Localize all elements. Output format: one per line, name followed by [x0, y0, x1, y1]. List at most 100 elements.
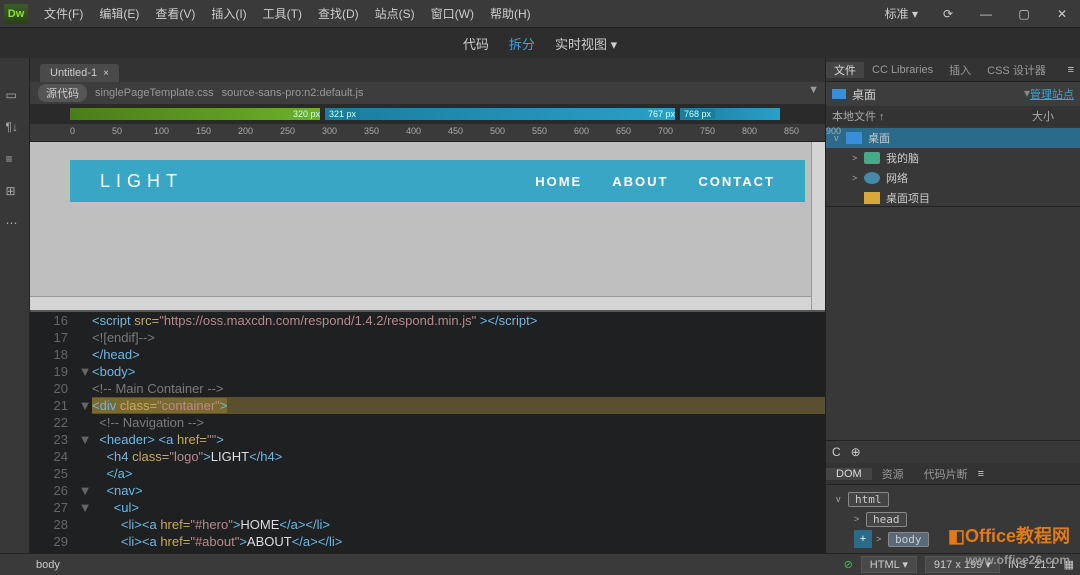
menu-item[interactable]: 站点(S) — [367, 5, 423, 22]
code-line[interactable]: 27▼ <ul> — [30, 499, 825, 516]
file-tree-row[interactable]: >我的脑 — [826, 148, 1080, 168]
media-query-segment[interactable]: 321 px767 px — [325, 108, 675, 120]
status-bar: body ⊘ HTML ▾ 917 x 199 ▾ INS 21:1 ▦ — [0, 553, 1080, 575]
text-tool-icon[interactable]: ¶↓ — [6, 120, 24, 138]
preview-scrollbar-horizontal[interactable] — [30, 296, 811, 310]
code-line[interactable]: 18 </head> — [30, 346, 825, 363]
tab-assets[interactable]: 资源 — [872, 466, 914, 482]
tab-dom[interactable]: DOM — [826, 468, 872, 480]
menu-item[interactable]: 查找(D) — [310, 5, 367, 22]
preview-icon[interactable]: ▦ — [1064, 558, 1074, 571]
insert-div-icon[interactable]: ▭ — [6, 88, 24, 106]
add-element-button[interactable]: + — [854, 530, 872, 548]
view-split[interactable]: 拆分 — [509, 34, 535, 53]
code-line[interactable]: 19▼<body> — [30, 363, 825, 380]
code-line[interactable]: 29 <li><a href="#about">ABOUT</a></li> — [30, 533, 825, 550]
tab-css-designer[interactable]: CSS 设计器 — [979, 62, 1054, 78]
menu-item[interactable]: 查看(V) — [147, 5, 203, 22]
ruler: 0501001502002503003504004505005506006507… — [30, 124, 825, 142]
preview-nav-contact[interactable]: CONTACT — [698, 174, 775, 189]
view-live[interactable]: 实时视图 ▾ — [555, 34, 617, 53]
code-line[interactable]: 20 <!-- Main Container --> — [30, 380, 825, 397]
ruler-tick: 350 — [364, 126, 379, 136]
file-tree-row[interactable]: 桌面项目 — [826, 188, 1080, 208]
left-toolbar: ▭ ¶↓ ≡ ⊞ ⋯ — [0, 58, 30, 553]
sync-icon[interactable]: ⟳ — [934, 4, 962, 24]
ruler-tick: 50 — [112, 126, 122, 136]
code-line[interactable]: 17 <![endif]--> — [30, 329, 825, 346]
menu-item[interactable]: 编辑(E) — [91, 5, 147, 22]
viewport-size[interactable]: 917 x 199 ▾ — [925, 556, 1000, 573]
code-editor[interactable]: 16 <script src="https://oss.maxcdn.com/r… — [30, 312, 825, 553]
tab-insert[interactable]: 插入 — [941, 62, 979, 78]
tab-snippets[interactable]: 代码片断 — [914, 466, 978, 482]
cursor-position: 21:1 — [1034, 559, 1055, 571]
menu-item[interactable]: 插入(I) — [203, 5, 254, 22]
related-file[interactable]: source-sans-pro:n2:default.js — [222, 87, 364, 99]
code-line[interactable]: 21▼<div class="container"> — [30, 397, 825, 414]
list-tool-icon[interactable]: ≡ — [6, 152, 24, 170]
media-query-segment[interactable]: 768 px — [680, 108, 780, 120]
menu-item[interactable]: 帮助(H) — [482, 5, 539, 22]
code-line[interactable]: 25 </a> — [30, 465, 825, 482]
code-line[interactable]: 16 <script src="https://oss.maxcdn.com/r… — [30, 312, 825, 329]
workspace-switcher[interactable]: 标准 ▾ — [879, 5, 924, 22]
tab-cc-libraries[interactable]: CC Libraries — [864, 64, 941, 76]
code-line[interactable]: 24 <h4 class="logo">LIGHT</h4> — [30, 448, 825, 465]
column-header-size[interactable]: 大小 — [1032, 108, 1074, 124]
ruler-tick: 550 — [532, 126, 547, 136]
site-icon — [832, 89, 846, 99]
insert-mode[interactable]: INS — [1008, 559, 1026, 571]
code-line[interactable]: 22 <!-- Navigation --> — [30, 414, 825, 431]
preview-nav-about[interactable]: ABOUT — [612, 174, 668, 189]
dom-tree-row[interactable]: vhtml — [826, 489, 1080, 509]
view-code[interactable]: 代码 — [463, 34, 489, 53]
related-file[interactable]: singlePageTemplate.css — [95, 87, 214, 99]
code-line[interactable]: 23▼ <header> <a href=""> — [30, 431, 825, 448]
tab-files[interactable]: 文件 — [826, 62, 864, 78]
ruler-tick: 850 — [784, 126, 799, 136]
refresh-icon[interactable]: C — [832, 445, 841, 459]
menu-item[interactable]: 文件(F) — [36, 5, 91, 22]
related-files-bar: 源代码 singlePageTemplate.css source-sans-p… — [30, 82, 825, 104]
tag-selector-path[interactable]: body — [6, 559, 60, 571]
dom-tree-row[interactable]: >head — [826, 509, 1080, 529]
ruler-tick: 450 — [448, 126, 463, 136]
manage-icon[interactable]: ⊞ — [6, 184, 24, 202]
files-panel-tabs: 文件 CC Libraries 插入 CSS 设计器 ≡ — [826, 58, 1080, 82]
menubar: Dw 文件(F)编辑(E)查看(V)插入(I)工具(T)查找(D)站点(S)窗口… — [0, 0, 1080, 28]
filter-icon[interactable]: ▼ — [808, 84, 819, 96]
preview-nav-home[interactable]: HOME — [535, 174, 582, 189]
source-code-pill[interactable]: 源代码 — [38, 84, 87, 102]
close-button[interactable]: ✕ — [1048, 4, 1076, 24]
maximize-button[interactable]: ▢ — [1010, 4, 1038, 24]
status-ok-icon[interactable]: ⊘ — [844, 558, 853, 571]
more-tools-icon[interactable]: ⋯ — [6, 216, 24, 234]
code-line[interactable]: 26▼ <nav> — [30, 482, 825, 499]
file-tree-row[interactable]: v桌面 — [826, 128, 1080, 148]
dom-tree-row[interactable]: +>body — [826, 529, 1080, 549]
panel-menu-icon[interactable]: ≡ — [978, 468, 984, 480]
live-preview-pane[interactable]: LIGHT HOME ABOUT CONTACT — [30, 142, 825, 312]
preview-scrollbar-vertical[interactable] — [811, 142, 825, 310]
ruler-tick: 800 — [742, 126, 757, 136]
preview-logo[interactable]: LIGHT — [100, 171, 183, 192]
panel-menu-icon[interactable]: ≡ — [1062, 64, 1080, 76]
column-header-file[interactable]: 本地文件 ↑ — [832, 108, 885, 124]
ruler-tick: 650 — [616, 126, 631, 136]
collapse-icon[interactable]: ⊕ — [851, 445, 861, 459]
media-query-bar[interactable]: 320 px 321 px767 px 768 px — [30, 104, 825, 124]
file-tree-row[interactable]: >网络 — [826, 168, 1080, 188]
code-line[interactable]: 28 <li><a href="#hero">HOME</a></li> — [30, 516, 825, 533]
menu-item[interactable]: 窗口(W) — [423, 5, 482, 22]
language-selector[interactable]: HTML ▾ — [861, 556, 917, 573]
menu-item[interactable]: 工具(T) — [255, 5, 310, 22]
manage-sites-link[interactable]: 管理站点 — [1030, 86, 1074, 102]
preview-header: LIGHT HOME ABOUT CONTACT — [70, 160, 805, 202]
document-tab[interactable]: Untitled-1 × — [40, 64, 119, 82]
ruler-tick: 400 — [406, 126, 421, 136]
media-query-segment[interactable]: 320 px — [70, 108, 320, 120]
minimize-button[interactable]: — — [972, 4, 1000, 24]
close-tab-icon[interactable]: × — [103, 68, 109, 79]
site-dropdown[interactable]: 桌面 ▾ — [852, 86, 1030, 103]
